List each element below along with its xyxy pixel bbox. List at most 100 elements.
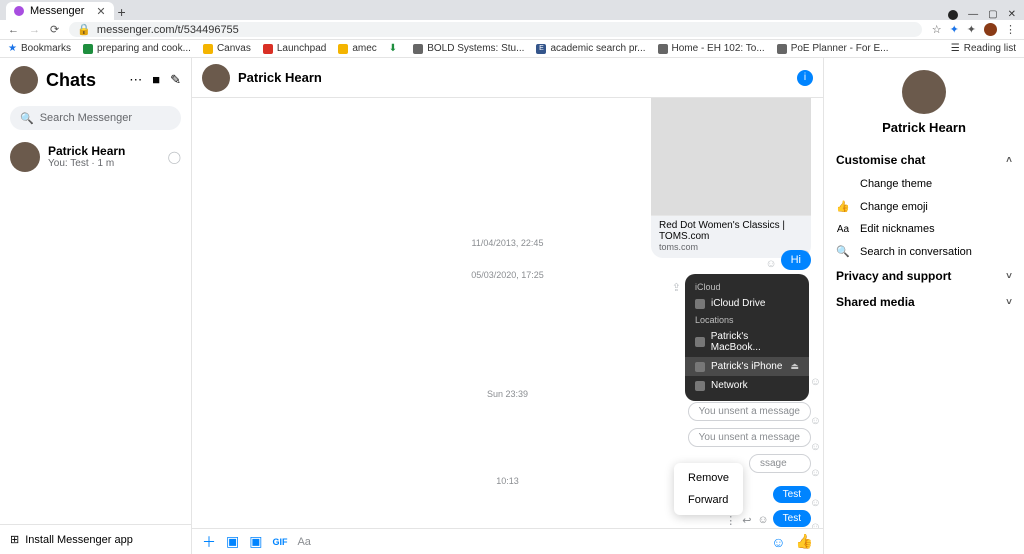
chat-panel: Patrick Hearn i Red Dot Women's Classics… xyxy=(192,58,824,554)
composer-sticker-icon[interactable]: ▣ xyxy=(249,533,262,550)
bookmark-item[interactable]: PoE Planner - For E... xyxy=(777,43,889,54)
chevron-up-icon: ˄ xyxy=(1006,155,1012,166)
chevron-down-icon: ˅ xyxy=(1006,271,1012,282)
composer: ＋ ▣ ▣ GIF Aa ☺ 👍 xyxy=(192,528,823,554)
messages-area: Red Dot Women's Classics | TOMS.com toms… xyxy=(192,98,823,528)
chat-avatar[interactable] xyxy=(202,64,230,92)
text-icon: Aa xyxy=(836,224,850,235)
bookmark-item[interactable]: Launchpad xyxy=(263,43,327,54)
section-shared-media[interactable]: Shared media˅ xyxy=(836,289,1012,315)
message-react-icon[interactable]: ☺ xyxy=(757,514,768,527)
react-icon[interactable]: ☺ xyxy=(810,376,821,388)
timestamp: 11/04/2013, 22:45 xyxy=(192,238,823,248)
message-bubble[interactable]: Hi xyxy=(781,250,811,270)
star-icon[interactable]: ☆ xyxy=(932,23,942,36)
icloud-drive-item[interactable]: iCloud Drive xyxy=(685,294,809,313)
install-app-link[interactable]: Install Messenger app xyxy=(25,534,133,546)
bookmarks-bar: ★Bookmarks preparing and cook... Canvas … xyxy=(0,40,1024,58)
chats-more-icon[interactable]: ⋯ xyxy=(129,72,142,88)
profile-avatar[interactable] xyxy=(984,23,997,36)
like-icon: 👍 xyxy=(836,200,850,213)
message-more-icon[interactable]: ⋮ xyxy=(725,514,736,527)
chat-contact-name[interactable]: Patrick Hearn xyxy=(238,70,322,85)
window-maximize[interactable]: ▢ xyxy=(988,9,997,20)
share-icon[interactable]: ⇪ xyxy=(672,281,681,294)
location-macbook[interactable]: Patrick's MacBook... xyxy=(685,327,809,357)
my-avatar[interactable] xyxy=(10,66,38,94)
eject-icon[interactable]: ⏏ xyxy=(790,361,799,372)
media-indicator-icon xyxy=(948,10,958,20)
reload-icon[interactable]: ⟳ xyxy=(50,23,59,36)
react-icon[interactable]: ☺ xyxy=(810,521,821,528)
link-preview-card[interactable]: Red Dot Women's Classics | TOMS.com toms… xyxy=(651,98,811,258)
back-icon[interactable]: ← xyxy=(8,24,19,36)
edit-nicknames-option[interactable]: Aa Edit nicknames xyxy=(836,218,1012,240)
timestamp: Sun 23:39 xyxy=(192,389,823,399)
section-privacy-support[interactable]: Privacy and support˅ xyxy=(836,263,1012,289)
url: messenger.com/t/534496755 xyxy=(97,24,239,36)
address-field[interactable]: 🔒 messenger.com/t/534496755 xyxy=(69,22,921,37)
new-message-icon[interactable]: ✎ xyxy=(170,72,181,88)
bookmark-item[interactable]: preparing and cook... xyxy=(83,43,191,54)
forward-icon[interactable]: → xyxy=(29,24,40,36)
bookmark-item[interactable]: amec xyxy=(338,43,376,54)
conversation-row[interactable]: Patrick Hearn You: Test · 1 m ◯ xyxy=(0,134,191,180)
composer-image-icon[interactable]: ▣ xyxy=(226,533,239,550)
messenger-favicon xyxy=(14,6,24,16)
composer-emoji-icon[interactable]: ☺ xyxy=(771,534,785,550)
composer-input[interactable]: Aa xyxy=(297,536,761,548)
bookmark-item[interactable]: ⬇ xyxy=(389,43,401,54)
browser-menu-icon[interactable]: ⋮ xyxy=(1005,23,1016,36)
icloud-locations-card: iCloud iCloud Drive Locations Patrick's … xyxy=(685,274,809,401)
bookmark-item[interactable]: Canvas xyxy=(203,43,251,54)
contact-name-heading: Patrick Hearn xyxy=(836,120,1012,135)
reading-list-button[interactable]: ☰Reading list xyxy=(951,43,1016,54)
locations-section-label: Locations xyxy=(685,313,809,327)
link-preview-image xyxy=(651,98,811,216)
video-call-icon[interactable]: ■ xyxy=(152,72,160,88)
search-placeholder: Search Messenger xyxy=(40,112,132,124)
install-icon: ⊞ xyxy=(10,533,19,546)
message-actions: ⋮ ↩ ☺ xyxy=(725,514,768,527)
composer-like-icon[interactable]: 👍 xyxy=(796,533,813,550)
composer-plus-icon[interactable]: ＋ xyxy=(202,532,216,552)
change-theme-option[interactable]: Change theme xyxy=(836,173,1012,195)
react-icon[interactable]: ☺ xyxy=(765,258,776,270)
react-icon[interactable]: ☺ xyxy=(810,441,821,453)
menu-forward[interactable]: Forward xyxy=(674,489,743,511)
extension-icon[interactable]: ✦ xyxy=(950,23,959,36)
browser-tab[interactable]: Messenger ✕ xyxy=(6,2,114,20)
window-minimize[interactable]: — xyxy=(968,9,978,20)
message-reply-icon[interactable]: ↩ xyxy=(742,514,751,527)
window-close[interactable]: ✕ xyxy=(1008,9,1016,20)
bookmark-item[interactable]: Eacademic search pr... xyxy=(536,43,645,54)
contact-name: Patrick Hearn xyxy=(48,144,125,158)
react-icon[interactable]: ☺ xyxy=(810,415,821,427)
tab-title: Messenger xyxy=(30,5,84,17)
message-bubble[interactable]: Test xyxy=(773,510,811,527)
message-bubble[interactable]: Test xyxy=(773,486,811,503)
react-icon[interactable]: ☺ xyxy=(810,497,821,509)
timestamp: 10:13 xyxy=(192,476,823,486)
contact-avatar-large[interactable] xyxy=(902,70,946,114)
chat-info-button[interactable]: i xyxy=(797,70,813,86)
composer-gif-icon[interactable]: GIF xyxy=(272,537,287,547)
message-context-menu: Remove Forward xyxy=(674,463,743,515)
new-tab-button[interactable]: + xyxy=(114,4,130,20)
change-emoji-option[interactable]: 👍 Change emoji xyxy=(836,195,1012,218)
details-sidebar: Patrick Hearn Customise chat˄ Change the… xyxy=(824,58,1024,554)
bookmark-item[interactable]: Home - EH 102: To... xyxy=(658,43,765,54)
search-icon: 🔍 xyxy=(836,245,850,258)
bookmark-item[interactable]: BOLD Systems: Stu... xyxy=(413,43,524,54)
section-customise-chat[interactable]: Customise chat˄ xyxy=(836,147,1012,173)
icloud-section-label: iCloud xyxy=(685,280,809,294)
close-tab-icon[interactable]: ✕ xyxy=(96,5,105,18)
browser-tabbar: Messenger ✕ + — ▢ ✕ xyxy=(0,0,1024,20)
search-in-conversation-option[interactable]: 🔍 Search in conversation xyxy=(836,240,1012,263)
cloud-icon xyxy=(695,299,705,309)
extensions-menu-icon[interactable]: ✦ xyxy=(967,23,976,36)
location-iphone[interactable]: Patrick's iPhone⏏ xyxy=(685,357,809,376)
contact-avatar xyxy=(10,142,40,172)
search-input[interactable]: 🔍 Search Messenger xyxy=(10,106,181,130)
bookmark-item[interactable]: ★Bookmarks xyxy=(8,43,71,54)
